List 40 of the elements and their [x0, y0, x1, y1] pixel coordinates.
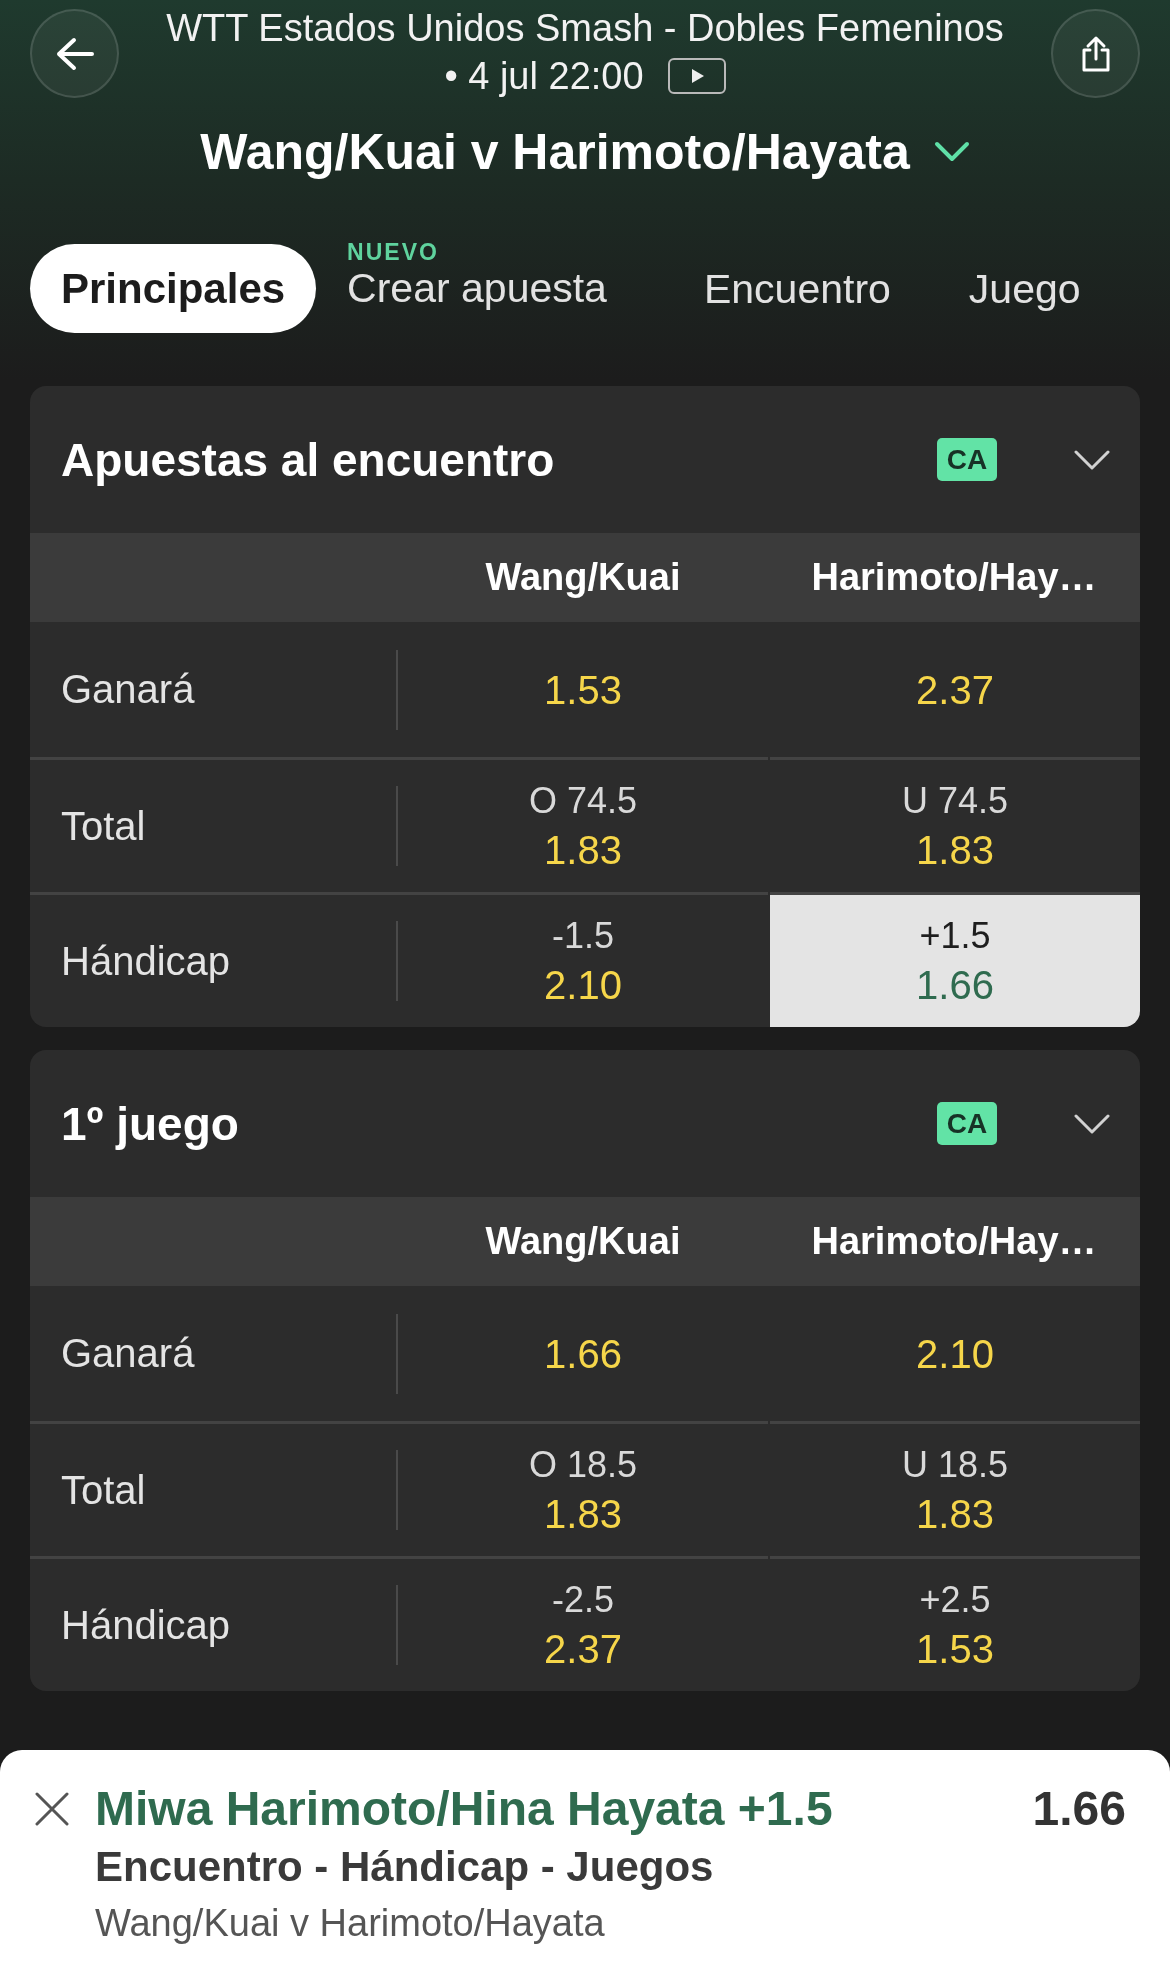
chevron-down-icon[interactable]	[933, 141, 970, 163]
market-title: Apuestas al encuentro	[61, 432, 556, 487]
event-title: WTT Estados Unidos Smash - Dobles Femeninos	[165, 6, 1005, 51]
odds-button[interactable]: O 74.5 1.83	[398, 757, 768, 892]
column-header: Harimoto/Hay…	[811, 556, 1097, 599]
match-title: Wang/Kuai v Harimoto/Hayata	[200, 123, 910, 182]
odds-button[interactable]: 2.10	[770, 1286, 1140, 1421]
row-label: Ganará	[61, 667, 196, 712]
play-icon[interactable]	[667, 58, 726, 94]
row-label: Hándicap	[61, 938, 231, 984]
odds-button[interactable]: O 18.5 1.83	[398, 1421, 768, 1556]
odds-button[interactable]: +2.5 1.53	[770, 1556, 1140, 1691]
column-header: Harimoto/Hay…	[811, 1220, 1097, 1263]
arrow-left-icon	[54, 36, 95, 71]
column-header: Wang/Kuai	[485, 1220, 681, 1263]
row-label: Hándicap	[61, 1602, 231, 1648]
bet-selection: Miwa Harimoto/Hina Hayata +1.5	[95, 1781, 834, 1837]
cash-out-badge: CA	[937, 438, 997, 481]
bet-event: Wang/Kuai v Harimoto/Hayata	[95, 1901, 606, 1946]
tab[interactable]: Principales	[30, 244, 317, 333]
close-icon[interactable]	[35, 1792, 69, 1826]
row-label: Total	[61, 803, 147, 849]
odds-button[interactable]: U 18.5 1.83	[770, 1421, 1140, 1556]
bet-market: Encuentro - Hándicap - Juegos	[95, 1842, 715, 1892]
tab[interactable]: Encuentro	[703, 244, 891, 333]
cash-out-badge: CA	[937, 1102, 997, 1145]
chevron-down-icon[interactable]	[1074, 449, 1110, 470]
tab[interactable]: Juego	[968, 244, 1081, 333]
odds-button[interactable]: -2.5 2.37	[398, 1556, 768, 1691]
row-label: Total	[61, 1467, 147, 1513]
bet-odds: 1.66	[1032, 1781, 1126, 1837]
row-label: Ganará	[61, 1331, 196, 1376]
market-title: 1º juego	[61, 1096, 240, 1151]
event-time: • 4 jul 22:00	[444, 54, 644, 99]
odds-button[interactable]: 1.53	[398, 622, 768, 757]
chevron-down-icon[interactable]	[1074, 1113, 1110, 1134]
odds-button[interactable]: +1.5 1.66	[770, 892, 1140, 1027]
odds-button[interactable]: 1.66	[398, 1286, 768, 1421]
odds-button[interactable]: 2.37	[770, 622, 1140, 757]
column-header: Wang/Kuai	[485, 556, 681, 599]
